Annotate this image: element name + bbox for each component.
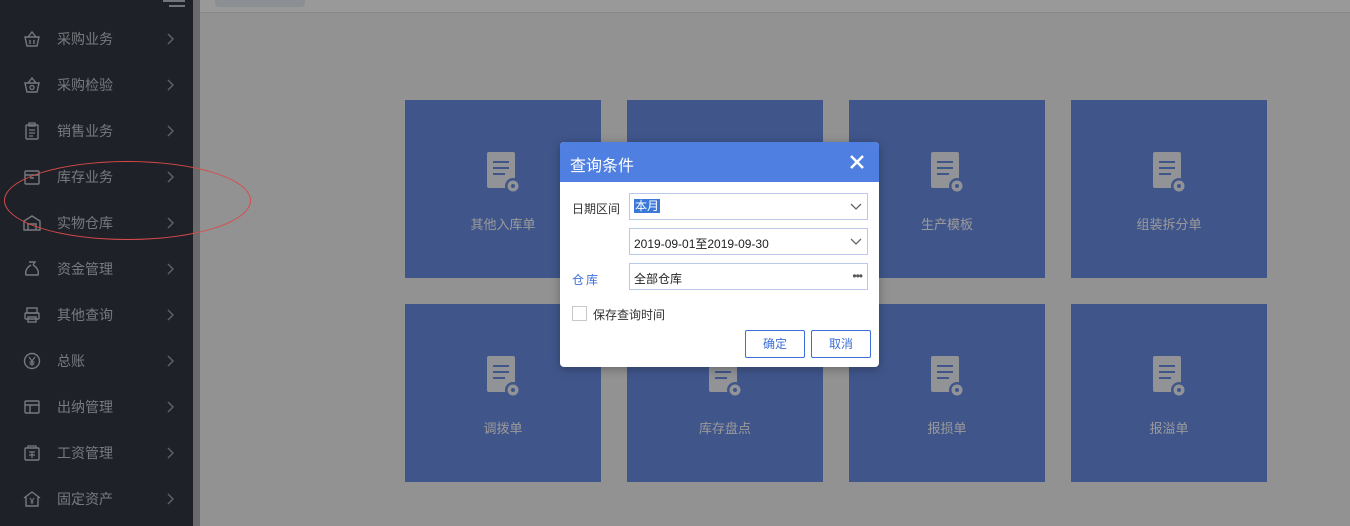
save-time-checkbox[interactable] — [572, 306, 587, 321]
warehouse-label: 仓库 — [572, 273, 601, 287]
more-options-icon[interactable]: ••• — [852, 269, 863, 283]
warehouse-value: 全部仓库 — [634, 272, 683, 286]
date-range-select[interactable]: 2019-09-01至2019-09-30 — [629, 228, 868, 255]
dialog-title: 查询条件 — [570, 158, 635, 175]
date-range-label: 日期区间 — [572, 202, 621, 216]
save-time-label: 保存查询时间 — [593, 308, 666, 322]
cancel-button[interactable]: 取消 — [811, 330, 871, 358]
period-select[interactable]: 本月 — [629, 193, 868, 220]
chevron-down-icon[interactable] — [850, 236, 862, 246]
confirm-button[interactable]: 确定 — [745, 330, 805, 358]
dialog-header: 查询条件 — [560, 142, 879, 182]
query-dialog: 查询条件 日期区间 本月 2019-09-01至2019-09-30 仓库 全部… — [560, 142, 879, 367]
annotation-circle — [4, 161, 251, 240]
chevron-down-icon[interactable] — [850, 201, 862, 211]
warehouse-picker[interactable]: 全部仓库 ••• — [629, 263, 868, 290]
close-icon[interactable] — [849, 154, 865, 170]
period-value: 本月 — [634, 199, 661, 213]
date-range-value: 2019-09-01至2019-09-30 — [634, 237, 769, 251]
